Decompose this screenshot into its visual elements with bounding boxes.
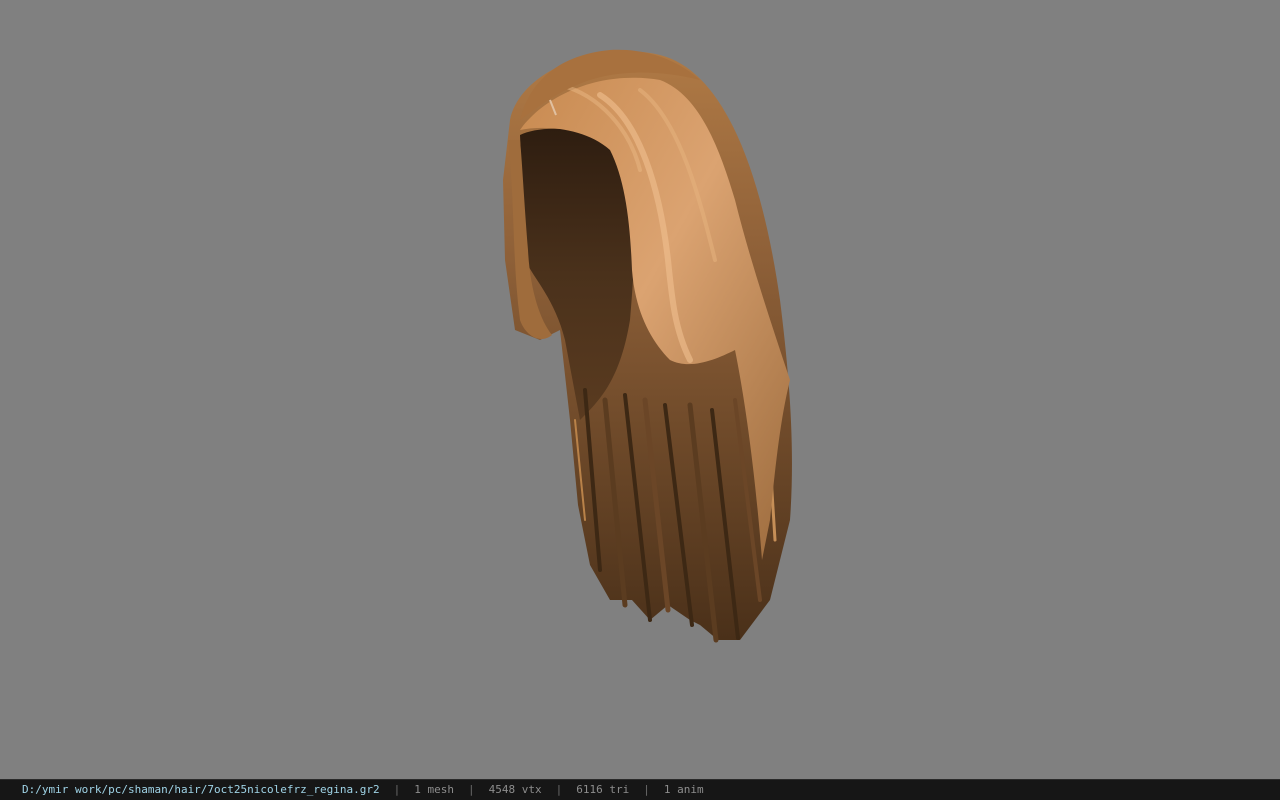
status-separator: | bbox=[555, 783, 563, 796]
anim-count: 1 anim bbox=[663, 783, 704, 796]
3d-viewport[interactable] bbox=[0, 0, 1280, 779]
file-path: D:/ymir work/pc/shaman/hair/7oct25nicole… bbox=[22, 783, 380, 796]
status-separator: | bbox=[393, 783, 401, 796]
status-bar: D:/ymir work/pc/shaman/hair/7oct25nicole… bbox=[0, 779, 1280, 800]
status-separator: | bbox=[643, 783, 650, 796]
triangle-count: 6116 tri bbox=[576, 783, 630, 796]
mesh-count: 1 mesh bbox=[414, 783, 454, 796]
status-separator: | bbox=[468, 783, 475, 796]
vertex-count: 4548 vtx bbox=[488, 783, 542, 796]
hair-model-render[interactable] bbox=[0, 0, 1280, 779]
